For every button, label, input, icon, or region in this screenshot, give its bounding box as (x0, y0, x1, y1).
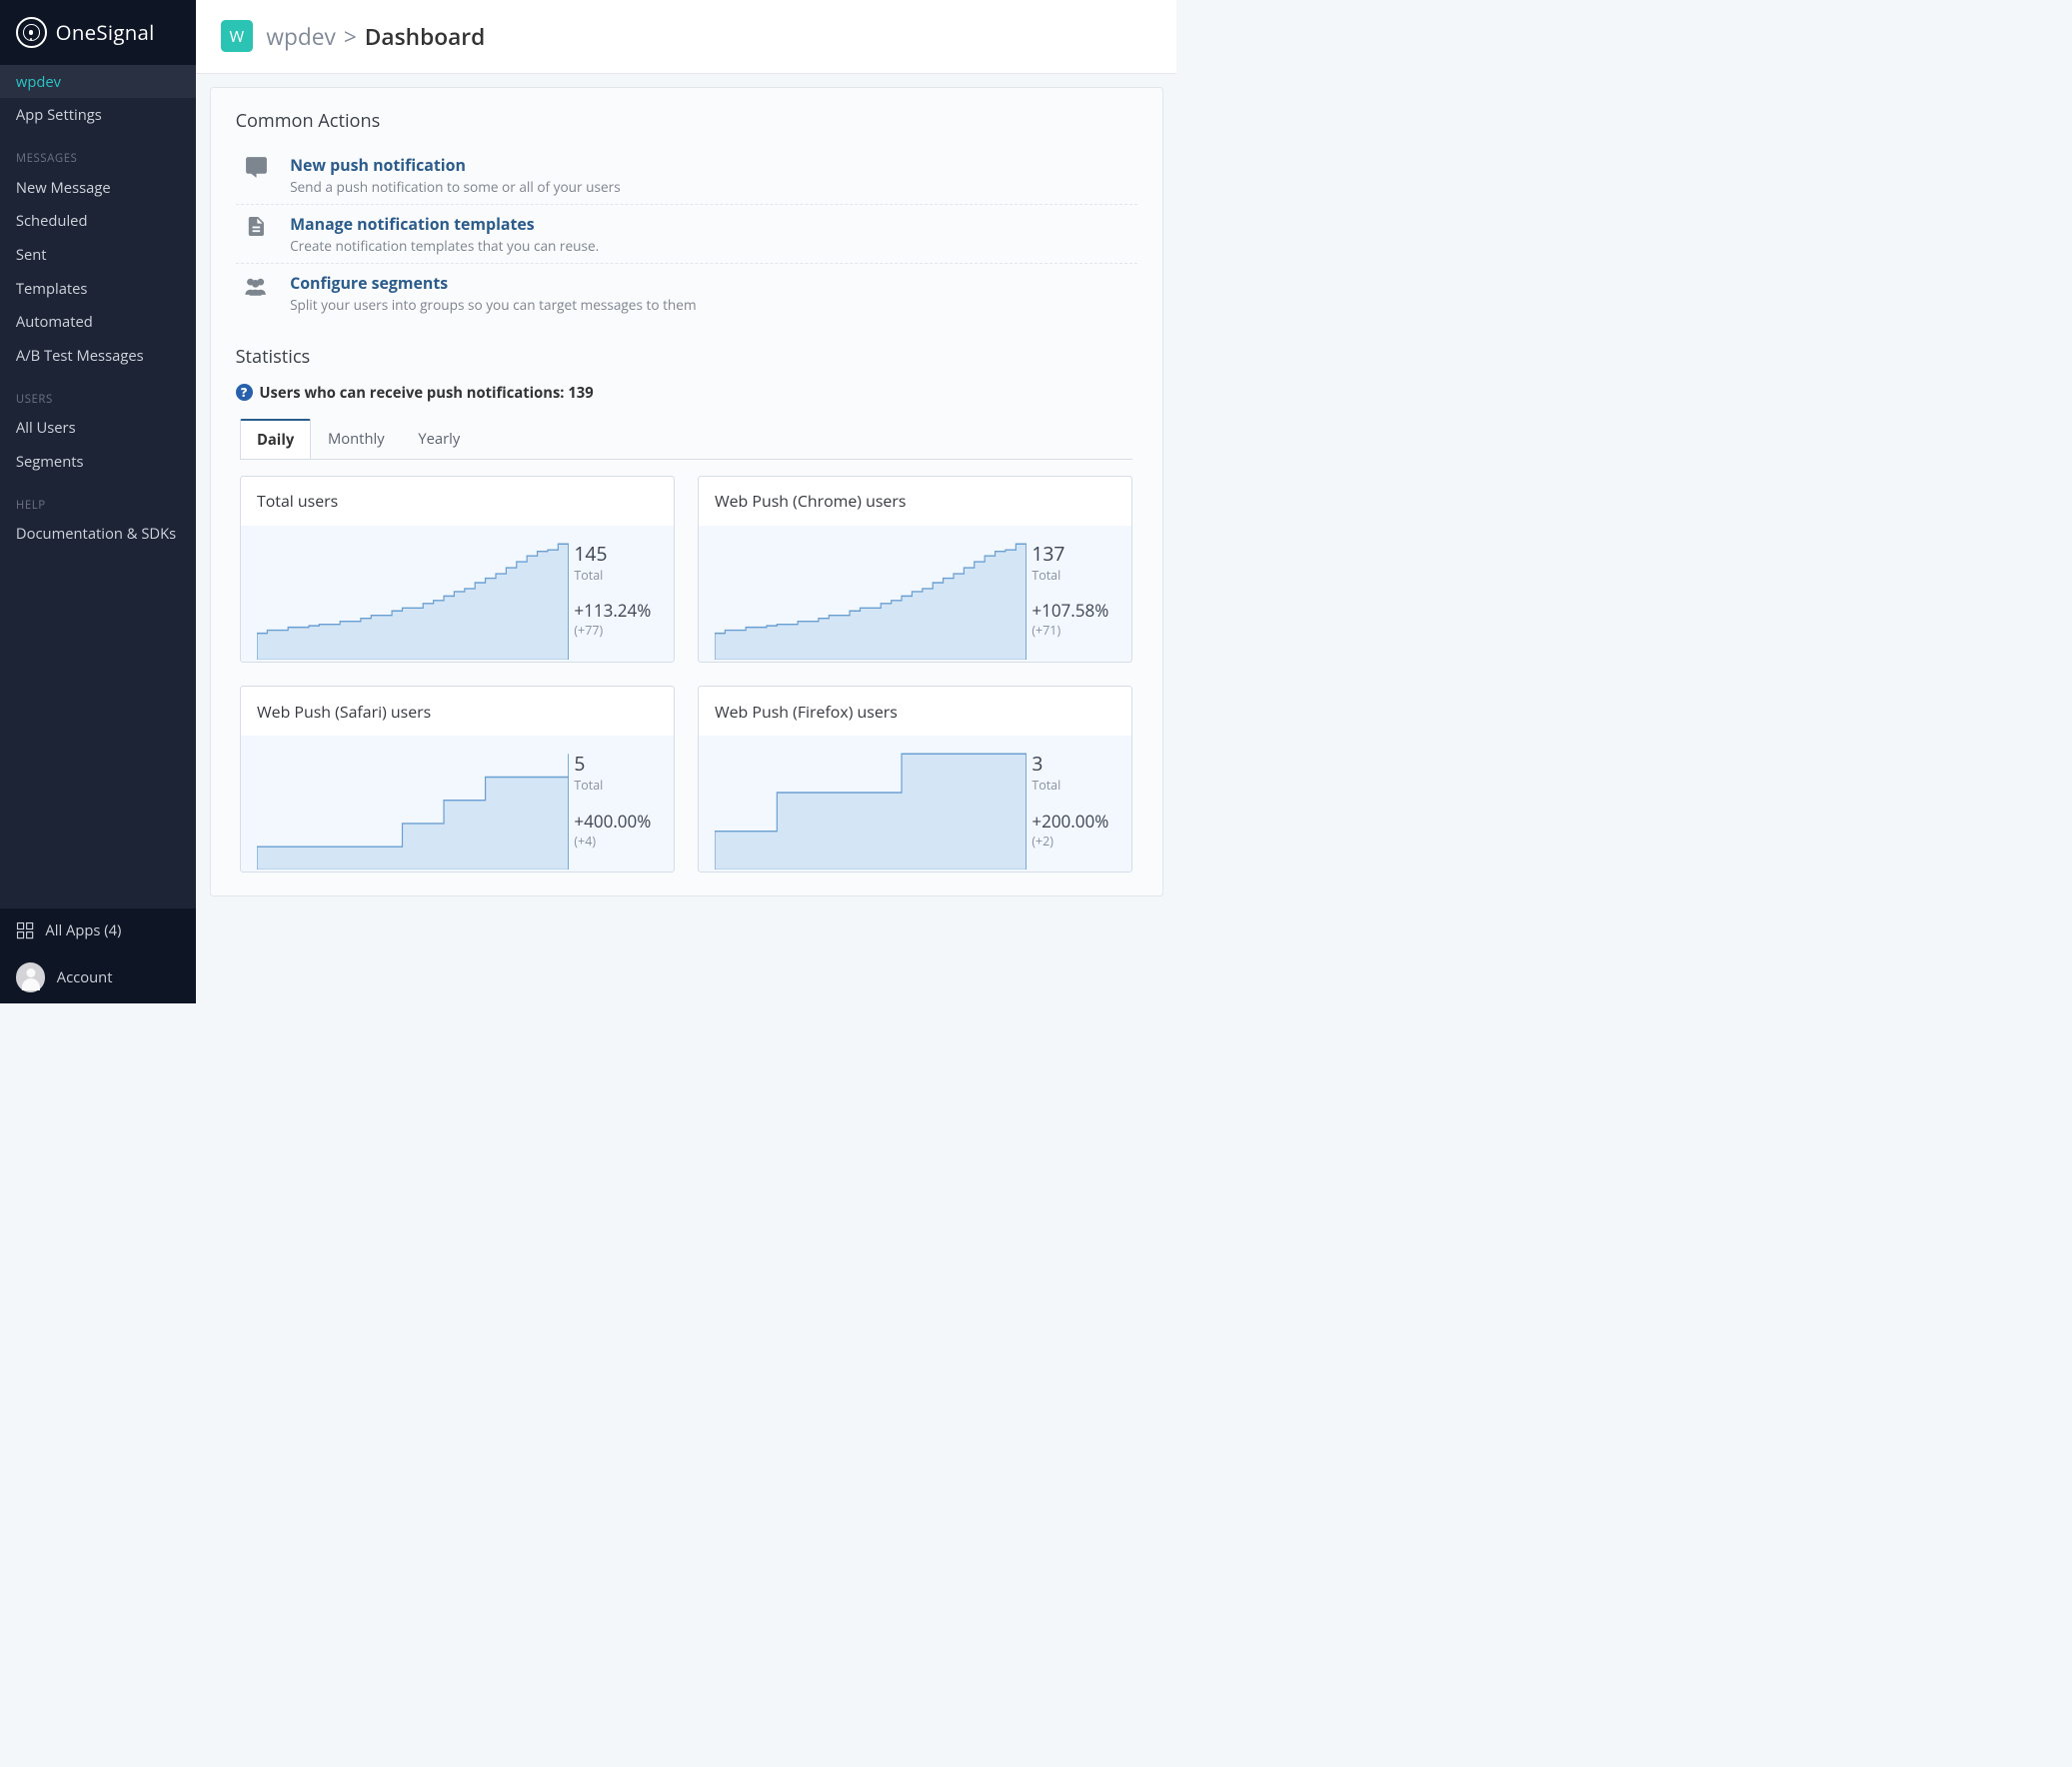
sidebar-footer: All Apps (4) Account (0, 908, 196, 1003)
nav-header: MESSAGES (0, 138, 196, 171)
card-title: Web Push (Firefox) users (699, 687, 1131, 736)
sidebar-item-documentation-sdks[interactable]: Documentation & SDKs (0, 517, 196, 551)
sparkline-chart (241, 736, 572, 872)
all-apps-link[interactable]: All Apps (4) (0, 908, 196, 951)
sidebar-item-templates[interactable]: Templates (0, 272, 196, 306)
breadcrumb-app[interactable]: wpdev (266, 21, 336, 52)
brand[interactable]: OneSignal (0, 0, 196, 65)
file-icon (242, 213, 269, 240)
stat-delta: (+71) (1032, 622, 1122, 639)
tab-yearly[interactable]: Yearly (402, 419, 478, 459)
stats-note: ? Users who can receive push notificatio… (236, 383, 1137, 403)
tab-daily[interactable]: Daily (240, 419, 311, 459)
grid-icon (16, 921, 34, 939)
stat-delta: (+77) (574, 622, 665, 639)
topbar: W wpdev > Dashboard (196, 0, 1177, 74)
tab-monthly[interactable]: Monthly (311, 419, 401, 459)
breadcrumb: wpdev > Dashboard (266, 21, 485, 52)
stats-cards: Total users145Total+113.24%(+77)Web Push… (236, 476, 1137, 874)
stat-pct: +400.00% (574, 810, 665, 833)
statistics-title: Statistics (236, 345, 1137, 369)
stat-total-label: Total (1032, 777, 1122, 794)
users-icon (242, 272, 269, 299)
sidebar-item-segments[interactable]: Segments (0, 445, 196, 479)
sidebar-item-scheduled[interactable]: Scheduled (0, 204, 196, 238)
onesignal-logo-icon (16, 17, 47, 48)
sidebar-item-all-users[interactable]: All Users (0, 411, 196, 445)
action-configure-segments[interactable]: Configure segmentsSplit your users into … (236, 264, 1137, 322)
action-title: Manage notification templates (290, 213, 599, 235)
all-apps-label: All Apps (4) (45, 920, 121, 940)
stat-delta: (+4) (574, 833, 665, 850)
action-title: New push notification (290, 154, 621, 176)
stat-total: 3 (1032, 750, 1122, 777)
breadcrumb-current: Dashboard (365, 21, 485, 52)
account-label: Account (57, 967, 113, 987)
stat-pct: +200.00% (1032, 810, 1122, 833)
stat-delta: (+2) (1032, 833, 1122, 850)
main-panel: Common Actions New push notificationSend… (210, 87, 1163, 896)
action-title: Configure segments (290, 272, 697, 294)
stat-pct: +107.58% (1032, 599, 1122, 622)
card-title: Total users (241, 477, 674, 526)
stat-card-web-push-chrome-users: Web Push (Chrome) users 137Total +107.58%(… (698, 476, 1132, 664)
stat-total-label: Total (1032, 567, 1122, 584)
stat-pct: +113.24% (574, 599, 665, 622)
common-actions-title: Common Actions (236, 109, 1137, 133)
stat-total-label: Total (574, 567, 665, 584)
action-manage-notification-templates[interactable]: Manage notification templatesCreate noti… (236, 205, 1137, 264)
stat-card-web-push-safari-users: Web Push (Safari) users 5Total +400.00%(+4… (240, 686, 675, 874)
sparkline-chart (699, 526, 1030, 662)
nav-header: USERS (0, 378, 196, 411)
action-sub: Create notification templates that you c… (290, 236, 599, 255)
stats-tabs: DailyMonthlyYearly (240, 419, 1132, 460)
card-title: Web Push (Safari) users (241, 687, 674, 736)
app-badge: W (221, 20, 253, 52)
sparkline-chart (699, 736, 1030, 872)
breadcrumb-sep: > (344, 21, 357, 52)
action-sub: Send a push notification to some or all … (290, 177, 621, 196)
statistics-section: Statistics ? Users who can receive push … (236, 345, 1137, 873)
avatar-icon (16, 962, 46, 992)
sidebar-item-app-settings[interactable]: App Settings (0, 98, 196, 132)
sidebar: OneSignal wpdevApp Settings MESSAGESNew M… (0, 0, 196, 1003)
comment-icon (242, 154, 269, 181)
action-sub: Split your users into groups so you can … (290, 295, 697, 314)
stats-note-text: Users who can receive push notifications… (259, 383, 593, 403)
sparkline-chart (241, 526, 572, 662)
action-new-push-notification[interactable]: New push notificationSend a push notific… (236, 146, 1137, 205)
brand-text: OneSignal (56, 18, 155, 46)
sidebar-item-new-message[interactable]: New Message (0, 171, 196, 205)
sidebar-item-wpdev[interactable]: wpdev (0, 65, 196, 99)
sidebar-item-sent[interactable]: Sent (0, 238, 196, 272)
stat-card-total-users: Total users 145Total +113.24%(+77) (240, 476, 675, 664)
card-title: Web Push (Chrome) users (699, 477, 1131, 526)
stat-total: 145 (574, 540, 665, 567)
stat-total: 137 (1032, 540, 1122, 567)
stat-total-label: Total (574, 777, 665, 794)
help-icon[interactable]: ? (236, 384, 253, 401)
sidebar-nav: wpdevApp Settings MESSAGESNew MessageSche… (0, 65, 196, 909)
main: W wpdev > Dashboard Common Actions New p… (196, 0, 1177, 1003)
common-actions-list: New push notificationSend a push notific… (236, 146, 1137, 322)
sidebar-item-automated[interactable]: Automated (0, 305, 196, 339)
content: Common Actions New push notificationSend… (196, 74, 1177, 1004)
stat-total: 5 (574, 750, 665, 777)
stat-card-web-push-firefox-users: Web Push (Firefox) users 3Total +200.00%(+… (698, 686, 1132, 874)
account-link[interactable]: Account (0, 951, 196, 1003)
sidebar-item-a-b-test-messages[interactable]: A/B Test Messages (0, 339, 196, 373)
nav-header: HELP (0, 484, 196, 517)
